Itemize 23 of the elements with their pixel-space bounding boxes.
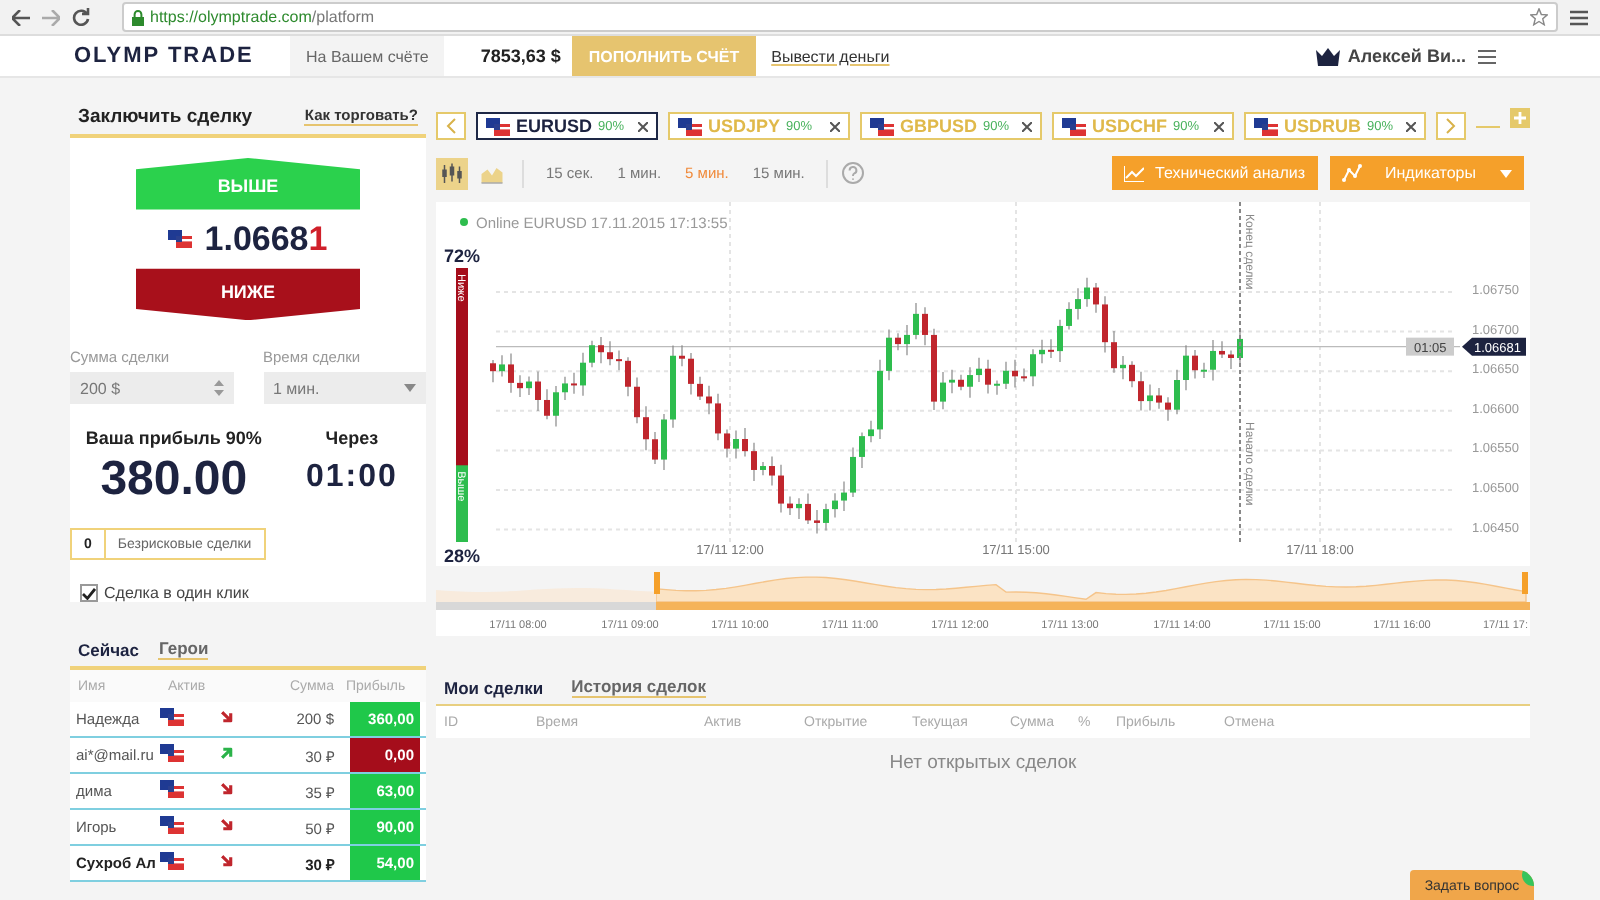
current-price: 1.06681	[204, 219, 328, 260]
leaders-tab[interactable]: Сейчас	[78, 639, 139, 659]
duration-dropdown[interactable]: 1 мин.	[263, 372, 426, 405]
profit-label: Ваша прибыль 90%	[85, 428, 262, 449]
panel-title: Заключить сделку	[78, 105, 253, 127]
balance-amount: 7853,63 $	[478, 44, 563, 70]
withdraw-link[interactable]: Вывести деньги	[771, 47, 890, 65]
buy-percent: 28%	[444, 546, 481, 566]
empty-message: Нет открытых сделок	[889, 752, 1077, 774]
profit-amount: 380.00	[100, 452, 248, 509]
user-name[interactable]: Алексей Ви...	[1347, 46, 1466, 66]
deals-tab[interactable]: Мои сделки	[444, 677, 544, 697]
sell-percent: 72%	[444, 246, 481, 266]
balance-label: На Вашем счёте	[290, 36, 445, 76]
leaders-tab[interactable]: Герои	[158, 638, 209, 660]
logo[interactable]: OLYMP TRADE	[74, 36, 274, 76]
address-bar[interactable]: https://olymptrade.com/platform	[122, 2, 1558, 32]
amount-field[interactable]: 200 $	[70, 372, 233, 405]
expiry-time: 01:00	[305, 460, 398, 497]
expiry-label: Через	[325, 428, 379, 449]
lower-button[interactable]: НИЖЕ	[136, 268, 360, 321]
checkbox-label: Сделка в один клик	[104, 584, 249, 602]
deals-tab[interactable]: История сделок	[571, 676, 706, 698]
